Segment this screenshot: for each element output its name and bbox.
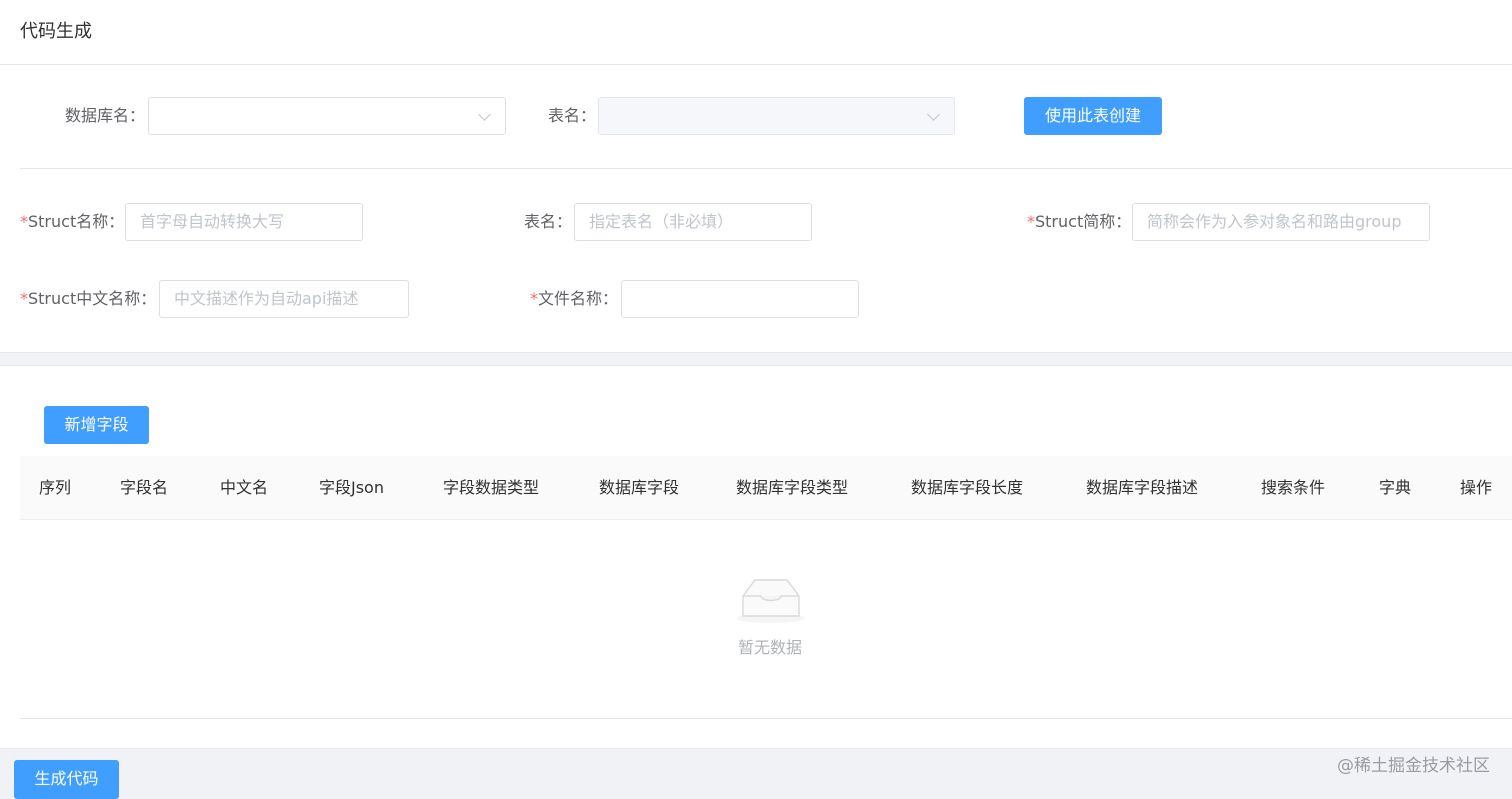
db-name-label: 数据库名：	[65, 106, 146, 125]
column-header-actions: 操作	[1460, 478, 1493, 497]
file-name-label: *文件名称：	[530, 289, 619, 308]
struct-name-label: *Struct名称：	[20, 212, 125, 231]
struct-abbr-input[interactable]: 简称会作为入参对象名和路由group	[1132, 203, 1430, 241]
struct-abbr-placeholder: 简称会作为入参对象名和路由group	[1147, 212, 1402, 231]
struct-cn-name-label: *Struct中文名称：	[20, 289, 157, 308]
footer-bar	[0, 748, 1512, 799]
column-header-db-field-desc: 数据库字段描述	[1086, 478, 1199, 497]
column-header-field-name: 字段名	[120, 478, 169, 497]
column-header-dictionary: 字典	[1379, 478, 1412, 497]
table-bottom-border	[20, 718, 1512, 719]
table-name-select[interactable]	[598, 97, 955, 135]
create-from-table-button[interactable]: 使用此表创建	[1024, 97, 1162, 135]
table-name-placeholder: 指定表名（非必填）	[589, 212, 734, 231]
column-header-field-json: 字段Json	[319, 478, 384, 497]
column-header-search-condition: 搜索条件	[1261, 478, 1326, 497]
column-header-index: 序列	[39, 478, 72, 497]
struct-name-placeholder: 首字母自动转换大写	[140, 212, 285, 231]
table-name-label: 表名：	[548, 106, 597, 125]
column-header-cn-name: 中文名	[220, 478, 269, 497]
empty-box-icon	[737, 579, 805, 623]
struct-cn-name-placeholder: 中文描述作为自动api描述	[174, 289, 359, 308]
column-header-db-field: 数据库字段	[599, 478, 680, 497]
column-header-db-field-type: 数据库字段类型	[736, 478, 849, 497]
watermark: @稀土掘金技术社区	[1337, 756, 1490, 776]
struct-abbr-label: *Struct简称：	[1027, 212, 1132, 231]
struct-cn-name-input[interactable]: 中文描述作为自动api描述	[159, 280, 409, 318]
struct-name-input[interactable]: 首字母自动转换大写	[125, 203, 363, 241]
column-header-db-field-length: 数据库字段长度	[911, 478, 1024, 497]
db-name-select[interactable]	[148, 97, 506, 135]
section-divider	[20, 168, 1512, 169]
column-header-field-type: 字段数据类型	[443, 478, 540, 497]
empty-state-text: 暂无数据	[737, 638, 802, 657]
chevron-down-icon	[927, 108, 940, 121]
table-name-input[interactable]: 指定表名（非必填）	[574, 203, 812, 241]
chevron-down-icon	[478, 108, 491, 121]
generate-code-button[interactable]: 生成代码	[14, 760, 119, 799]
table-name-field-label: 表名：	[524, 212, 573, 231]
file-name-input[interactable]	[621, 280, 859, 318]
add-field-button[interactable]: 新增字段	[44, 406, 149, 444]
header-divider	[0, 64, 1512, 65]
fields-table-header: 序列 字段名 中文名 字段Json 字段数据类型 数据库字段 数据库字段类型 数…	[20, 456, 1512, 520]
page-title: 代码生成	[20, 21, 92, 42]
section-separator-band	[0, 352, 1512, 366]
